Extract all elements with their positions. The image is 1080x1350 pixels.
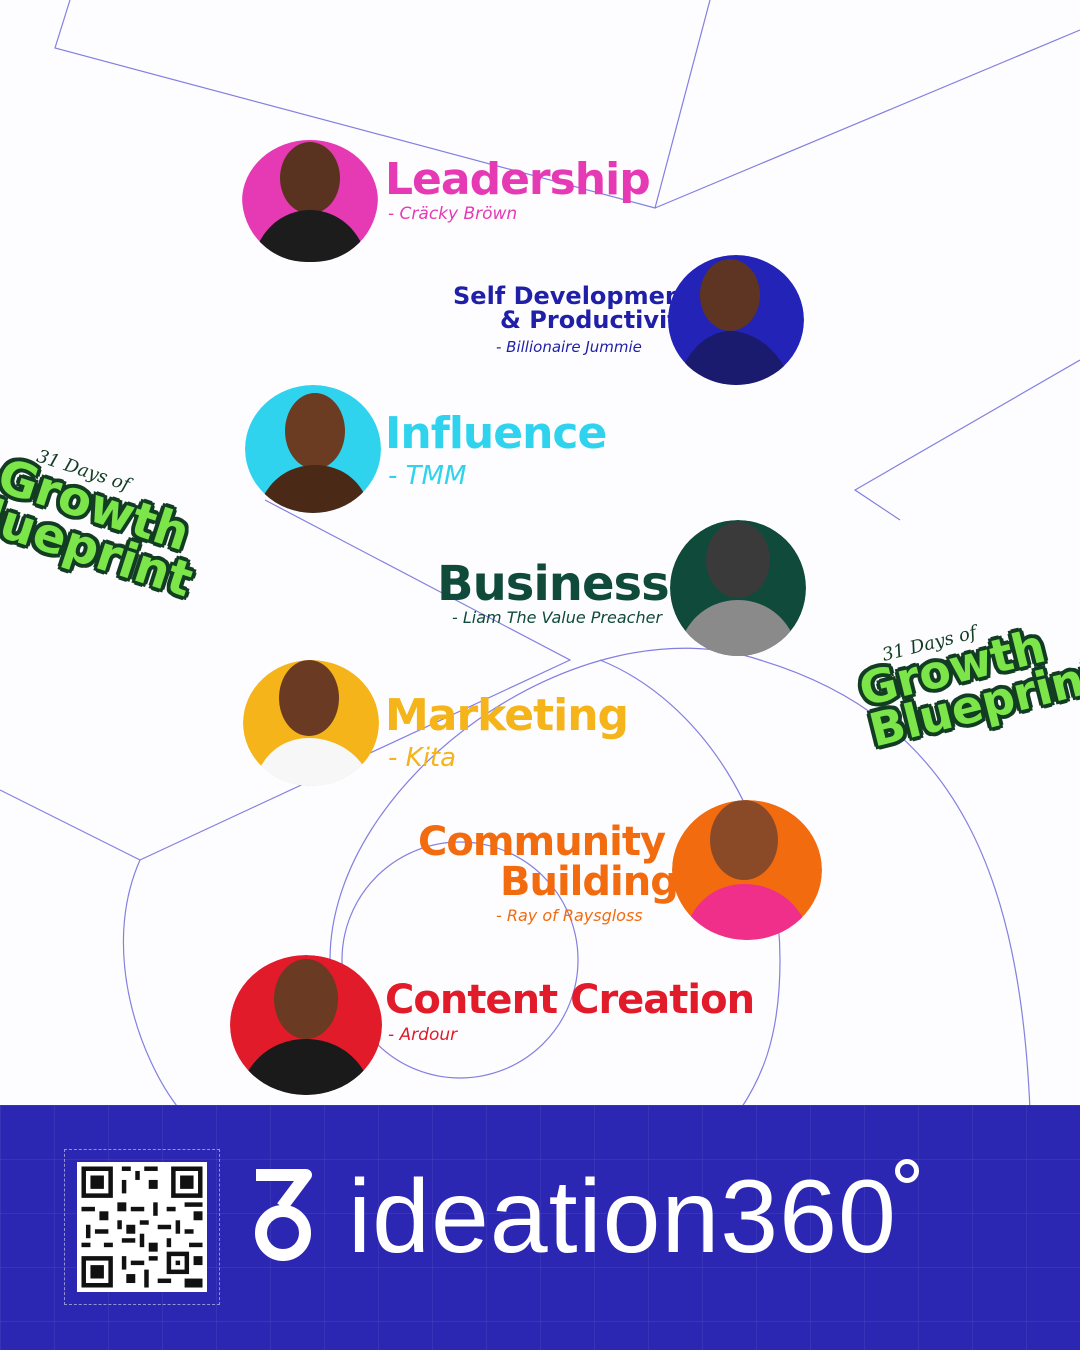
speaker-avatar-content-creation bbox=[230, 955, 382, 1095]
speaker-avatar-marketing bbox=[243, 660, 379, 786]
person-silhouette-icon bbox=[253, 660, 373, 786]
speaker-avatar-business bbox=[670, 520, 806, 656]
degree-dot-icon bbox=[894, 1159, 919, 1183]
topic-community-line2: Building bbox=[500, 859, 679, 905]
speaker-avatar-influence bbox=[245, 385, 381, 513]
speaker-name-marketing: - Kita bbox=[388, 743, 457, 773]
person-silhouette-icon bbox=[676, 522, 800, 656]
speaker-name-community: - Ray of Raysgloss bbox=[496, 906, 643, 925]
speaker-name-leadership: - Cräcky Bröwn bbox=[388, 204, 518, 224]
topic-self-development-line1: Self Development bbox=[453, 282, 694, 310]
qr-code-frame bbox=[64, 1149, 220, 1305]
topic-community-line1: Community bbox=[418, 819, 666, 865]
footer-banner: ideation360 bbox=[0, 1105, 1080, 1350]
person-silhouette-icon bbox=[676, 259, 792, 385]
person-silhouette-icon bbox=[252, 142, 368, 262]
speaker-name-self-development: - Billionaire Jummie bbox=[496, 338, 642, 356]
brand-name: ideation360 bbox=[348, 1159, 897, 1275]
topic-leadership: Leadership bbox=[385, 154, 651, 205]
poster: 31 Days of Growth lueprint 31 Days of Gr… bbox=[0, 0, 1080, 1350]
topic-content-creation: Content Creation bbox=[385, 977, 755, 1023]
brand-logo: ideation360 bbox=[248, 1157, 919, 1277]
speaker-name-content-creation: - Ardour bbox=[388, 1025, 458, 1045]
person-silhouette-icon bbox=[257, 393, 371, 513]
qr-code-icon[interactable] bbox=[77, 1162, 207, 1292]
topic-marketing: Marketing bbox=[385, 690, 629, 741]
person-silhouette-icon bbox=[682, 800, 812, 940]
topic-business: Business bbox=[437, 556, 670, 612]
speaker-name-influence: - TMM bbox=[388, 461, 467, 491]
speaker-name-business: - Liam The Value Preacher bbox=[452, 608, 663, 627]
speaker-avatar-leadership bbox=[242, 140, 378, 262]
topic-self-development-line2: & Productivity bbox=[500, 306, 695, 334]
speaker-avatar-self-development bbox=[668, 255, 804, 385]
person-silhouette-icon bbox=[238, 959, 374, 1095]
topic-influence: Influence bbox=[385, 408, 607, 459]
speaker-avatar-community bbox=[672, 800, 822, 940]
ideation360-logo-3-icon bbox=[255, 1169, 312, 1261]
